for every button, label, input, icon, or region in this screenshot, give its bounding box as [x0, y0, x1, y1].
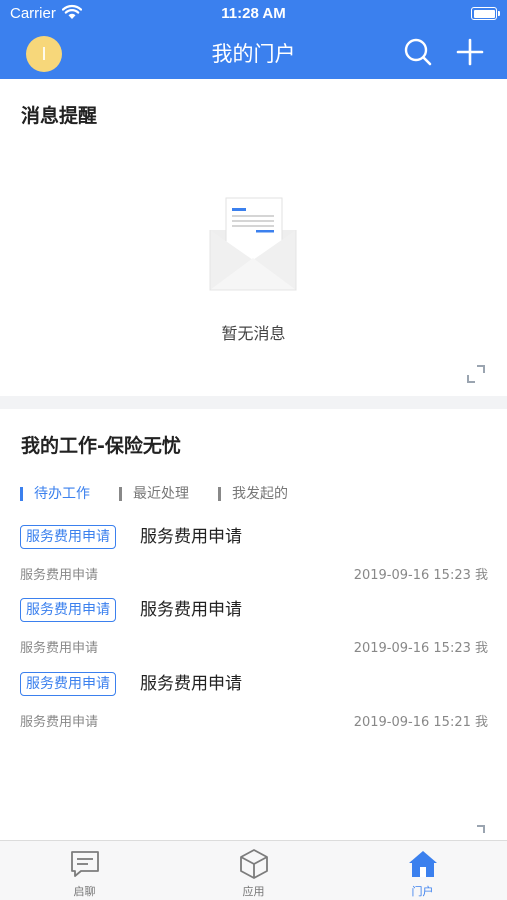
cube-icon: [240, 849, 268, 879]
list-item[interactable]: 服务费用申请 服务费用申请 服务费用申请 2019-09-16 15:21 我: [20, 669, 488, 739]
tabbar-label: 应用: [242, 885, 265, 898]
item-meta: 2019-09-16 15:21 我: [353, 715, 488, 730]
tabbar-item-portal[interactable]: 门户: [338, 841, 507, 900]
empty-envelope-icon: [209, 197, 297, 291]
search-icon[interactable]: [403, 37, 433, 67]
expand-icon[interactable]: [466, 824, 486, 840]
item-meta: 2019-09-16 15:23 我: [353, 641, 488, 656]
item-subtitle: 服务费用申请: [20, 715, 99, 730]
item-subtitle: 服务费用申请: [20, 568, 99, 583]
work-card: 我的工作-保险无忧 待办工作 最近处理 我发起的 服务费用申请 服务费用申请 服…: [0, 409, 507, 840]
item-tag: 服务费用申请: [20, 525, 116, 549]
status-time: 11:28 AM: [221, 5, 286, 22]
work-tabs: 待办工作 最近处理 我发起的: [20, 484, 490, 504]
navigation-bar: Carrier 11:28 AM I 我的门户: [0, 0, 507, 79]
empty-message-text: 暂无消息: [221, 324, 286, 343]
item-title: 服务费用申请: [140, 600, 242, 620]
item-tag: 服务费用申请: [20, 598, 116, 622]
list-item[interactable]: 服务费用申请 服务费用申请 服务费用申请 2019-09-16 15:23 我: [20, 522, 488, 592]
tabbar-item-chat[interactable]: 启聊: [0, 841, 169, 900]
status-bar: Carrier 11:28 AM: [0, 0, 507, 28]
item-meta: 2019-09-16 15:23 我: [353, 568, 488, 583]
expand-icon[interactable]: [466, 364, 486, 384]
messages-title: 消息提醒: [21, 105, 98, 127]
home-icon: [409, 851, 437, 877]
list-item[interactable]: 服务费用申请 服务费用申请 服务费用申请 2019-09-16 15:23 我: [20, 595, 488, 665]
add-icon[interactable]: [455, 37, 485, 67]
tab-pending[interactable]: 待办工作: [20, 484, 90, 504]
tabbar-label: 门户: [411, 885, 434, 898]
messages-card: 消息提醒 暂无消息: [0, 79, 507, 396]
item-tag: 服务费用申请: [20, 672, 116, 696]
tabbar-label: 启聊: [73, 885, 96, 898]
battery-icon: [471, 7, 500, 20]
item-subtitle: 服务费用申请: [20, 641, 99, 656]
tab-initiated[interactable]: 我发起的: [218, 484, 288, 504]
tab-recent[interactable]: 最近处理: [119, 484, 189, 504]
item-title: 服务费用申请: [140, 674, 242, 694]
work-title: 我的工作-保险无忧: [21, 435, 181, 457]
item-title: 服务费用申请: [140, 527, 242, 547]
tabbar-item-apps[interactable]: 应用: [169, 841, 338, 900]
tab-bar: 启聊 应用 门户: [0, 840, 507, 900]
chat-icon: [71, 851, 99, 877]
